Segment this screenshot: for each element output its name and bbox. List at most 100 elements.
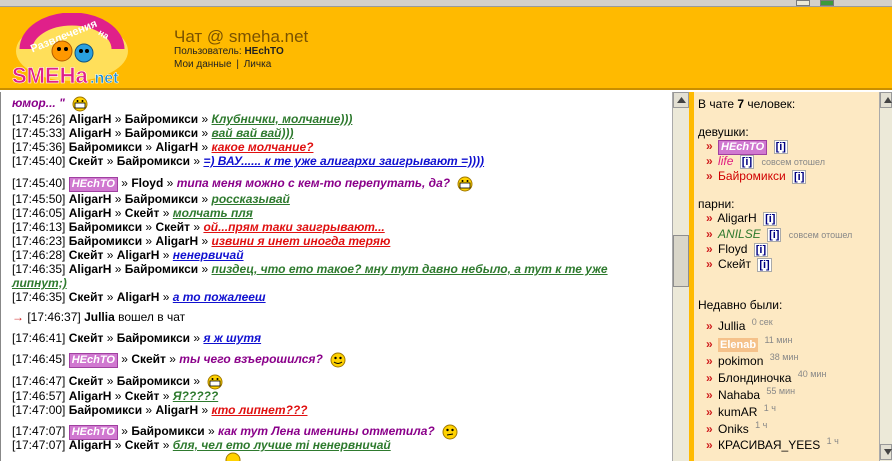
recipient-nick[interactable]: Floyd — [131, 176, 163, 190]
user-name[interactable]: HEchTO — [718, 140, 768, 155]
sender-nick[interactable]: Скейт — [69, 374, 104, 388]
user-item[interactable]: » Скейт [i] — [706, 257, 772, 272]
sender-nick[interactable]: HEchTO — [68, 353, 118, 369]
sender-nick[interactable]: HEchTO — [68, 177, 118, 193]
chat-messages[interactable]: юмор... " [17:45:26] AligarH » Байромикс… — [0, 92, 672, 461]
recipient-nick[interactable]: AligarH — [155, 140, 198, 154]
recipient-nick[interactable]: Скейт — [131, 352, 166, 366]
user-item[interactable]: » ANILSE [i] совсем отошел — [706, 227, 852, 242]
user-name[interactable]: Nahaba — [718, 388, 760, 402]
user-info-button[interactable]: [i] — [757, 258, 772, 272]
recent-user-item[interactable]: » pokimon 38 мин — [706, 350, 798, 368]
user-info-button[interactable]: [i] — [773, 140, 788, 154]
sender-nick[interactable]: AligarH — [69, 389, 112, 403]
recent-user-item[interactable]: » Блондиночка 40 мин — [706, 367, 826, 385]
maximize-button[interactable] — [820, 0, 834, 6]
user-name[interactable]: Скейт — [718, 257, 751, 271]
smiley-icon — [225, 452, 241, 461]
sender-nick[interactable]: Скейт — [69, 290, 104, 304]
recent-user-item[interactable]: » Jullia 0 сек — [706, 315, 773, 333]
user-name[interactable]: AligarH — [717, 211, 756, 225]
recipient-nick[interactable]: AligarH — [155, 234, 198, 248]
user-name[interactable]: Floyd — [718, 242, 747, 256]
last-seen: 0 сек — [751, 317, 773, 327]
sender-nick[interactable]: Байромикси — [69, 140, 142, 154]
recipient-nick[interactable]: Байромикси — [125, 262, 198, 276]
recipient-nick[interactable]: AligarH — [117, 290, 160, 304]
sender-nick[interactable]: Байромикси — [69, 403, 142, 417]
user-item[interactable]: » Floyd [i] — [706, 242, 769, 257]
recent-user-item[interactable]: » КРАСИВАЯ_YEES 1 ч — [706, 434, 839, 452]
user-list-scrollbar[interactable] — [879, 92, 892, 461]
last-seen: 38 мин — [769, 352, 799, 362]
message-text: пиздец, что ето такое? мну тут давно неб… — [211, 262, 608, 276]
user-name[interactable]: ANILSE — [718, 227, 761, 241]
user-name[interactable]: pokimon — [718, 354, 763, 368]
user-info-button[interactable]: [i] — [792, 170, 807, 184]
my-data-link[interactable]: Мои данные — [174, 59, 232, 70]
recipient-nick[interactable]: Байромикси — [117, 331, 190, 345]
message-text: бля, чел ето лучше ті ненервничай — [172, 438, 391, 452]
arrow-up-icon — [677, 97, 686, 103]
sender-nick[interactable]: AligarH — [69, 192, 112, 206]
recipient-nick[interactable]: AligarH — [117, 248, 160, 262]
recipient-nick[interactable]: Байромикси — [117, 374, 190, 388]
user-item[interactable]: » Байромикси [i] — [706, 169, 807, 184]
message-text: россказывай — [211, 192, 290, 206]
sender-nick[interactable]: Jullia — [84, 310, 115, 324]
recent-user-item[interactable]: » kumAR 1 ч — [706, 401, 776, 419]
recipient-nick[interactable]: AligarH — [155, 403, 198, 417]
user-name[interactable]: Блондиночка — [718, 371, 791, 385]
user-info-button[interactable]: [i] — [739, 155, 755, 169]
recipient-nick[interactable]: Скейт — [125, 206, 160, 220]
sender-nick[interactable]: Скейт — [69, 331, 104, 345]
message-text: вай вай вай))) — [211, 126, 294, 140]
message-text: Я????? — [172, 389, 219, 403]
recipient-nick[interactable]: Скейт — [125, 389, 160, 403]
user-name[interactable]: life — [718, 154, 733, 168]
recipient-nick[interactable]: Байромикси — [125, 112, 198, 126]
chat-line: [17:46:35] Скейт » AligarH » а то пожале… — [12, 290, 266, 304]
recipient-nick[interactable]: Байромикси — [125, 126, 198, 140]
user-item[interactable]: » life [i] совсем отошел — [706, 154, 825, 169]
sender-nick[interactable]: AligarH — [69, 112, 112, 126]
recipient-nick[interactable]: Байромикси — [125, 192, 198, 206]
last-seen: 55 мин — [766, 386, 796, 396]
recipient-nick[interactable]: Скейт — [125, 438, 160, 452]
chat-line: [17:47:00] Байромикси » AligarH » кто ли… — [12, 403, 308, 417]
chat-line: [17:45:33] AligarH » Байромикси » вай ва… — [12, 126, 294, 140]
user-name[interactable]: Байромикси — [718, 169, 786, 183]
user-item[interactable]: » AligarH [i] — [706, 211, 778, 226]
recipient-nick[interactable]: Скейт — [155, 220, 190, 234]
svg-text:.net: .net — [90, 70, 119, 87]
scroll-thumb[interactable] — [673, 235, 689, 287]
user-name[interactable]: kumAR — [718, 405, 757, 419]
chat-line: [17:45:26] AligarH » Байромикси » Клубни… — [12, 112, 353, 126]
sender-nick[interactable]: AligarH — [69, 439, 112, 452]
sender-nick[interactable]: AligarH — [69, 126, 112, 140]
site-header: Развлечения на SMEHa .net Чат @ smeha.ne… — [0, 7, 892, 90]
user-info-button[interactable]: [i] — [763, 212, 778, 226]
recipient-nick[interactable]: Байромикси — [117, 154, 190, 168]
private-link[interactable]: Личка — [244, 59, 272, 70]
user-name[interactable]: Jullia — [718, 319, 745, 333]
site-logo[interactable]: Развлечения на SMEHa .net — [8, 13, 136, 89]
user-name[interactable]: КРАСИВАЯ_YEES — [718, 438, 820, 452]
scroll-up-button[interactable] — [673, 92, 689, 108]
recent-user-item[interactable]: » Nahaba 55 мин — [706, 384, 795, 402]
chat-line-fragment: юмор... " — [12, 96, 89, 112]
scroll-up-button[interactable] — [880, 92, 892, 108]
minimize-button[interactable] — [796, 0, 810, 6]
sender-nick[interactable]: Скейт — [69, 248, 104, 262]
user-info-button[interactable]: [i] — [767, 228, 782, 242]
user-item[interactable]: » HEchTO [i] — [706, 139, 788, 155]
chat-scrollbar[interactable] — [672, 92, 689, 461]
sender-nick[interactable]: AligarH — [69, 262, 112, 276]
sender-nick[interactable]: Байромикси — [69, 234, 142, 248]
sender-nick[interactable]: AligarH — [69, 206, 112, 220]
scroll-down-button[interactable] — [880, 444, 892, 460]
sender-nick[interactable]: Скейт — [69, 154, 104, 168]
sender-nick[interactable]: Байромикси — [69, 220, 142, 234]
user-info-button[interactable]: [i] — [753, 243, 769, 257]
recipient-nick[interactable]: Байромикси — [131, 424, 204, 438]
